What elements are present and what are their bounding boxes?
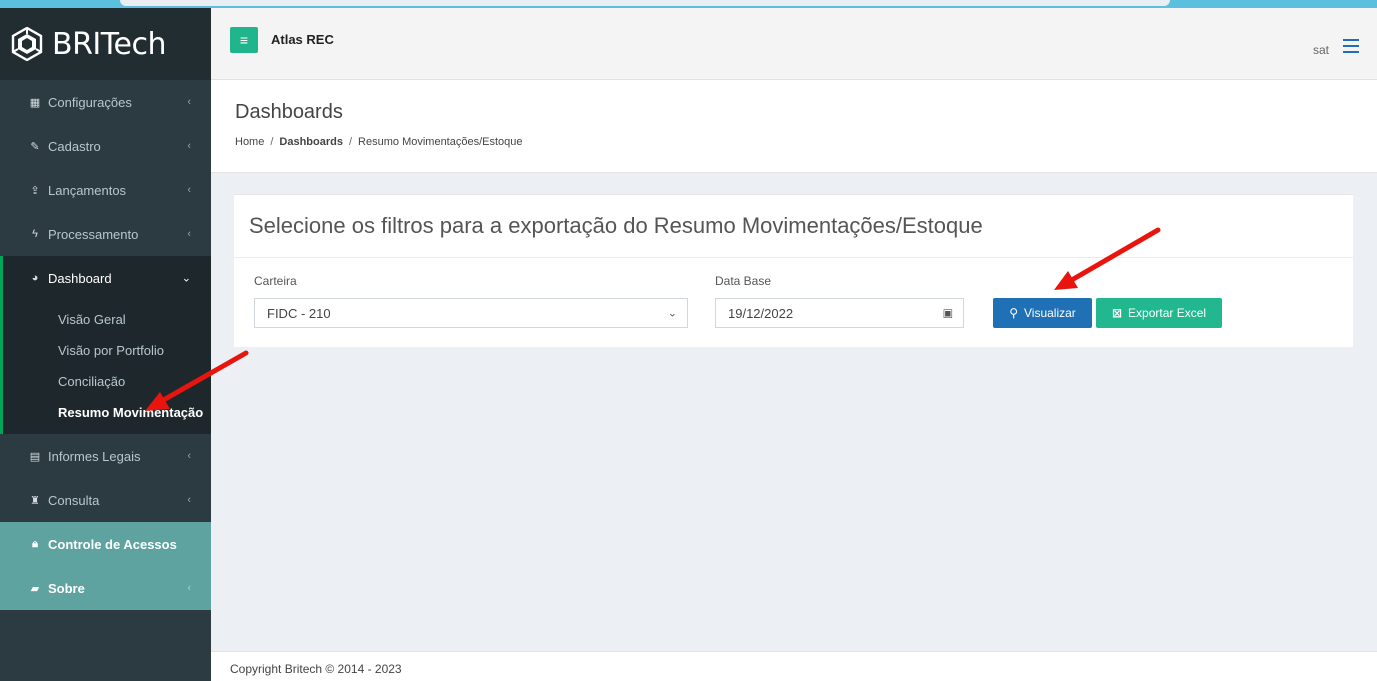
submenu-item-visao-geral[interactable]: Visão Geral bbox=[3, 304, 211, 335]
calendar-icon[interactable]: ▣ bbox=[943, 307, 953, 320]
menu-icon[interactable] bbox=[1343, 39, 1359, 53]
chevron-left-icon: ‹ bbox=[187, 184, 191, 196]
sidebar: BRITech ▦ Configurações ‹ ✎ Cadastro ‹ ⇪… bbox=[0, 8, 211, 681]
bolt-icon: ϟ bbox=[32, 228, 38, 240]
sidebar-item-informes-legais[interactable]: ▤ Informes Legais ‹ bbox=[0, 434, 211, 478]
sidebar-item-label: Cadastro bbox=[48, 138, 101, 154]
sidebar-item-label: Dashboard bbox=[48, 270, 112, 286]
copyright-text: Copyright Britech © 2014 - 2023 bbox=[230, 662, 402, 676]
filter-heading: Selecione os filtros para a exportação d… bbox=[234, 195, 1353, 258]
sidebar-item-label: Configurações bbox=[48, 94, 132, 110]
carteira-label: Carteira bbox=[254, 274, 297, 288]
chevron-down-icon: ⌄ bbox=[667, 307, 677, 320]
sidebar-item-label: Processamento bbox=[48, 226, 139, 242]
content-header: Dashboards Home / Dashboards / Resumo Movime… bbox=[211, 80, 1377, 173]
chevron-left-icon: ‹ bbox=[187, 140, 191, 152]
sidebar-item-processamento[interactable]: ϟ Processamento ‹ bbox=[0, 212, 211, 256]
edit-icon: ✎ bbox=[30, 140, 40, 153]
sidebar-item-label: Sobre bbox=[48, 580, 85, 596]
hamburger-icon: ≡ bbox=[239, 32, 249, 48]
brand-name: BRITech bbox=[52, 26, 166, 62]
sidebar-item-controle-acessos[interactable]: 🔒︎ Controle de Acessos bbox=[0, 522, 211, 566]
sidebar-item-consulta[interactable]: ♜ Consulta ‹ bbox=[0, 478, 211, 522]
sidebar-item-cadastro[interactable]: ✎ Cadastro ‹ bbox=[0, 124, 211, 168]
chevron-left-icon: ‹ bbox=[187, 494, 191, 506]
chevron-down-icon: ⌄ bbox=[181, 272, 191, 285]
chevron-left-icon: ‹ bbox=[187, 582, 191, 594]
sidebar-toggle-button[interactable]: ≡ bbox=[230, 27, 258, 53]
sidebar-item-lancamentos[interactable]: ⇪ Lançamentos ‹ bbox=[0, 168, 211, 212]
submenu-item-visao-portfolio[interactable]: Visão por Portfolio bbox=[3, 335, 211, 366]
top-strip bbox=[0, 0, 1377, 8]
exportar-excel-button[interactable]: ⊠ Exportar Excel bbox=[1096, 298, 1222, 328]
carteira-select[interactable]: FIDC - 210 ⌄ bbox=[254, 298, 688, 328]
breadcrumb-home[interactable]: Home bbox=[235, 136, 264, 148]
data-base-value: 19/12/2022 bbox=[728, 305, 794, 321]
upload-icon: ⇪ bbox=[30, 184, 40, 197]
building-icon: ▤ bbox=[29, 450, 41, 463]
data-base-label: Data Base bbox=[715, 274, 772, 288]
breadcrumb-dashboards[interactable]: Dashboards bbox=[279, 136, 343, 148]
chevron-left-icon: ‹ bbox=[187, 96, 191, 108]
brand[interactable]: BRITech bbox=[0, 8, 211, 80]
grid-icon: ▦ bbox=[29, 96, 41, 109]
sidebar-item-configuracoes[interactable]: ▦ Configurações ‹ bbox=[0, 80, 211, 124]
pie-chart-icon: ◕ bbox=[31, 272, 39, 284]
user-name[interactable]: sat bbox=[1313, 43, 1329, 57]
chevron-left-icon: ‹ bbox=[187, 228, 191, 240]
submenu-item-conciliacao[interactable]: Conciliação bbox=[3, 366, 211, 397]
sidebar-item-sobre[interactable]: ▰ Sobre ‹ bbox=[0, 566, 211, 610]
sidebar-item-label: Informes Legais bbox=[48, 448, 141, 464]
page-title: Dashboards bbox=[235, 101, 343, 123]
sidebar-menu: ▦ Configurações ‹ ✎ Cadastro ‹ ⇪ Lançame… bbox=[0, 80, 211, 610]
breadcrumb-current: Resumo Movimentações/Estoque bbox=[358, 136, 523, 148]
binoculars-icon: ♜ bbox=[30, 494, 40, 507]
lock-icon: 🔒︎ bbox=[32, 537, 38, 550]
chevron-left-icon: ‹ bbox=[187, 450, 191, 462]
sidebar-item-label: Controle de Acessos bbox=[48, 536, 177, 552]
visualizar-label: Visualizar bbox=[1023, 306, 1076, 320]
data-base-input[interactable]: 19/12/2022 ▣ bbox=[715, 298, 964, 328]
brand-logo-icon bbox=[11, 27, 43, 61]
submenu-item-resumo-movimentacao[interactable]: Resumo Movimentação bbox=[3, 397, 211, 428]
visualizar-button[interactable]: ⚲ Visualizar bbox=[993, 298, 1092, 328]
app-title: Atlas REC bbox=[271, 32, 334, 47]
exportar-label: Exportar Excel bbox=[1128, 306, 1207, 320]
book-icon: ▰ bbox=[30, 582, 40, 595]
excel-file-icon: ⊠ bbox=[1111, 306, 1123, 320]
search-icon: ⚲ bbox=[1009, 306, 1018, 320]
top-header: ≡ Atlas REC sat bbox=[211, 8, 1377, 80]
sidebar-item-label: Lançamentos bbox=[48, 182, 127, 198]
sidebar-item-label: Consulta bbox=[48, 492, 100, 508]
carteira-value: FIDC - 210 bbox=[267, 305, 331, 321]
dashboard-submenu: Visão Geral Visão por Portfolio Concilia… bbox=[0, 300, 211, 434]
breadcrumb: Home / Dashboards / Resumo Movimentações/Est… bbox=[235, 136, 523, 148]
sidebar-item-dashboard[interactable]: ◕ Dashboard ⌄ bbox=[0, 256, 211, 300]
top-strip-inner bbox=[120, 0, 1170, 6]
footer: Copyright Britech © 2014 - 2023 bbox=[211, 651, 1377, 681]
